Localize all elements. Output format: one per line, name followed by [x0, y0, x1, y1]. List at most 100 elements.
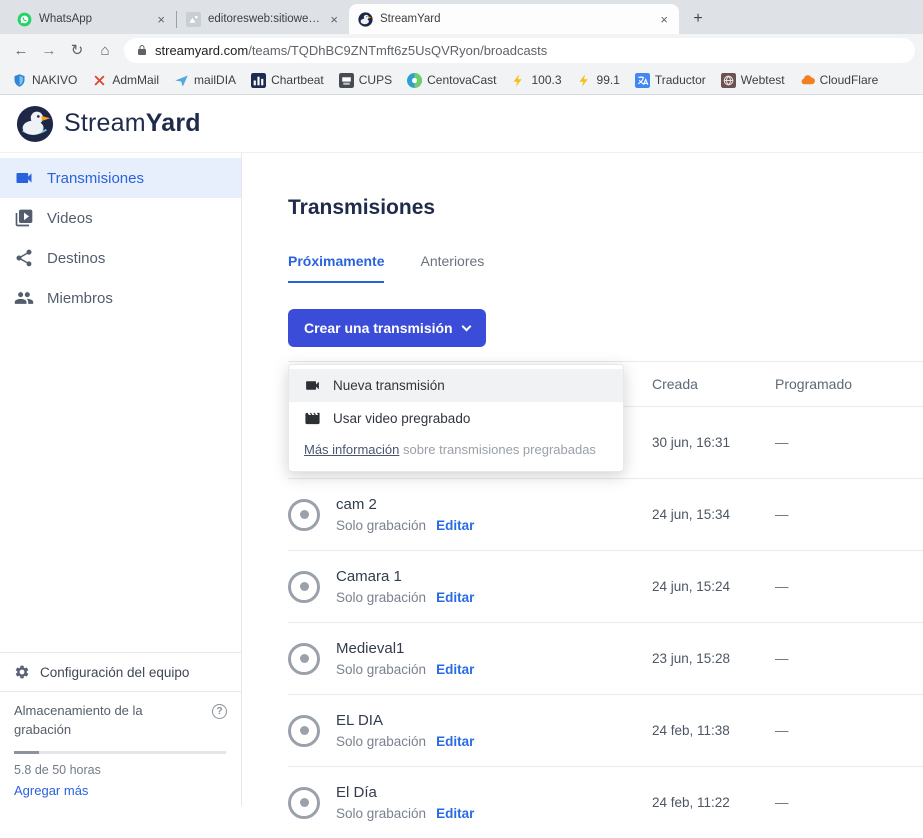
sidebar-item-label: Destinos — [47, 250, 105, 267]
table-row: cam 2 Solo grabaciónEditar 24 jun, 15:34… — [288, 478, 923, 550]
header-created: Creada — [652, 376, 775, 392]
bookmark-chartbeat[interactable]: Chartbeat — [251, 73, 324, 88]
home-icon[interactable]: ⌂ — [92, 37, 118, 63]
browser-tab-strip: WhatsApp × editoresweb:sitioweb:eldia.co… — [0, 0, 923, 34]
sidebar-item-videos[interactable]: Videos — [0, 198, 241, 238]
edit-link[interactable]: Editar — [436, 806, 474, 821]
tab-proximamente[interactable]: Próximamente — [288, 253, 384, 283]
lightning-icon — [577, 73, 592, 88]
bookmark-radio-991[interactable]: 99.1 — [577, 73, 620, 88]
sidebar-nav: Transmisiones Videos Destinos Miembros — [0, 153, 241, 318]
sidebar-item-destinos[interactable]: Destinos — [0, 238, 241, 278]
bookmark-label: Traductor — [655, 73, 706, 87]
created-cell: 24 feb, 11:22 — [652, 795, 775, 810]
created-cell: 23 jun, 15:28 — [652, 651, 775, 666]
close-icon[interactable]: × — [658, 12, 670, 27]
browser-tab-streamyard[interactable]: StreamYard × — [349, 4, 679, 34]
create-broadcast-label: Crear una transmisión — [304, 320, 453, 336]
printer-icon — [339, 73, 354, 88]
menu-footer: Más información sobre transmisiones preg… — [289, 435, 623, 471]
bookmark-label: CentovaCast — [427, 73, 496, 87]
sidebar-item-transmisiones[interactable]: Transmisiones — [0, 158, 241, 198]
team-settings-button[interactable]: Configuración del equipo — [0, 653, 241, 691]
main-content: Transmisiones Próximamente Anteriores Cr… — [242, 153, 923, 806]
menu-footer-text: sobre transmisiones pregrabadas — [399, 442, 596, 457]
table-row: Medieval1 Solo grabaciónEditar 23 jun, 1… — [288, 622, 923, 694]
broadcast-name-cell: EL DIA Solo grabaciónEditar — [288, 712, 652, 749]
menu-item-prerecorded-video[interactable]: Usar video pregrabado — [289, 402, 623, 435]
bookmark-centovacast[interactable]: CentovaCast — [407, 73, 496, 88]
bookmark-label: Webtest — [741, 73, 785, 87]
broadcast-tabs: Próximamente Anteriores — [288, 253, 923, 283]
url-host: streamyard.com — [155, 43, 248, 58]
url-text: streamyard.com/teams/TQDhBC9ZNTmft6z5UsQ… — [155, 43, 547, 58]
created-cell: 30 jun, 16:31 — [652, 435, 775, 450]
forward-icon[interactable]: → — [36, 37, 62, 63]
sidebar-item-label: Videos — [47, 210, 93, 227]
add-more-link[interactable]: Agregar más — [14, 783, 227, 798]
bookmark-cups[interactable]: CUPS — [339, 73, 392, 88]
broadcast-title: EL DIA — [336, 712, 474, 729]
reload-icon[interactable]: ↻ — [64, 37, 90, 63]
browser-tab-eldia[interactable]: editoresweb:sitioweb:eldia.co × — [177, 4, 349, 34]
sidebar-item-label: Transmisiones — [47, 170, 144, 187]
record-icon — [288, 499, 320, 531]
sidebar-item-label: Miembros — [47, 290, 113, 307]
broadcast-name-cell: Camara 1 Solo grabación Editar — [288, 568, 652, 605]
create-broadcast-button[interactable]: Crear una transmisión — [288, 309, 486, 347]
table-row: Camara 1 Solo grabación Editar 24 jun, 15… — [288, 550, 923, 622]
storage-label: Almacenamiento de la grabación — [14, 702, 192, 740]
bookmark-maildia[interactable]: mailDIA — [174, 73, 236, 88]
record-icon — [288, 787, 320, 819]
more-info-link[interactable]: Más información — [304, 442, 399, 457]
broadcast-subtitle: Solo grabación — [336, 806, 426, 821]
browser-tab-whatsapp[interactable]: WhatsApp × — [8, 4, 176, 34]
clapperboard-icon — [304, 410, 321, 427]
bookmark-webtest[interactable]: Webtest — [721, 73, 785, 88]
sidebar-item-miembros[interactable]: Miembros — [0, 278, 241, 318]
bookmark-nakivo[interactable]: NAKIVO — [12, 73, 77, 88]
bookmark-label: CUPS — [359, 73, 392, 87]
menu-item-new-broadcast[interactable]: Nueva transmisión — [289, 369, 623, 402]
bookmarks-bar: NAKIVO AdmMail mailDIA Chartbeat CUPS Ce… — [0, 66, 923, 95]
bookmark-admmail[interactable]: AdmMail — [92, 73, 159, 88]
help-icon[interactable]: ? — [212, 704, 227, 719]
tab-title: WhatsApp — [39, 13, 148, 25]
sidebar-bottom: Configuración del equipo Almacenamiento … — [0, 652, 241, 806]
brand-part2: Yard — [146, 109, 201, 137]
storage-progress-fill — [14, 751, 39, 754]
created-cell: 24 jun, 15:24 — [652, 579, 775, 594]
people-icon — [14, 288, 34, 308]
close-icon[interactable]: × — [328, 12, 340, 27]
edit-link[interactable]: Editar — [436, 590, 474, 605]
bookmark-cloudflare[interactable]: CloudFlare — [800, 73, 879, 88]
new-tab-button[interactable]: + — [685, 6, 711, 32]
storage-section: Almacenamiento de la grabación ? 5.8 de … — [0, 691, 241, 806]
broadcast-title: Camara 1 — [336, 568, 474, 585]
header-scheduled: Programado — [775, 376, 923, 392]
chart-icon — [251, 73, 266, 88]
edit-link[interactable]: Editar — [436, 518, 474, 533]
cloud-icon — [800, 73, 815, 88]
bookmark-radio-1003[interactable]: 100.3 — [511, 73, 561, 88]
tab-anteriores[interactable]: Anteriores — [420, 253, 484, 283]
share-icon — [14, 248, 34, 268]
tab-title: editoresweb:sitioweb:eldia.co — [208, 13, 321, 25]
close-icon[interactable]: × — [155, 12, 167, 27]
whatsapp-favicon — [17, 12, 32, 27]
gear-icon — [14, 664, 30, 680]
video-library-icon — [14, 208, 34, 228]
address-bar[interactable]: streamyard.com/teams/TQDhBC9ZNTmft6z5UsQ… — [124, 38, 915, 63]
translate-icon — [635, 73, 650, 88]
edit-link[interactable]: Editar — [436, 662, 474, 677]
lock-icon — [136, 44, 148, 56]
site-favicon — [186, 12, 201, 27]
broadcast-title: cam 2 — [336, 496, 474, 513]
broadcast-name-cell: Medieval1 Solo grabaciónEditar — [288, 640, 652, 677]
broadcast-subtitle: Solo grabación — [336, 590, 426, 605]
lightning-icon — [511, 73, 526, 88]
brand-name: StreamYard — [64, 109, 201, 138]
bookmark-traductor[interactable]: Traductor — [635, 73, 706, 88]
edit-link[interactable]: Editar — [436, 734, 474, 749]
back-icon[interactable]: ← — [8, 37, 34, 63]
